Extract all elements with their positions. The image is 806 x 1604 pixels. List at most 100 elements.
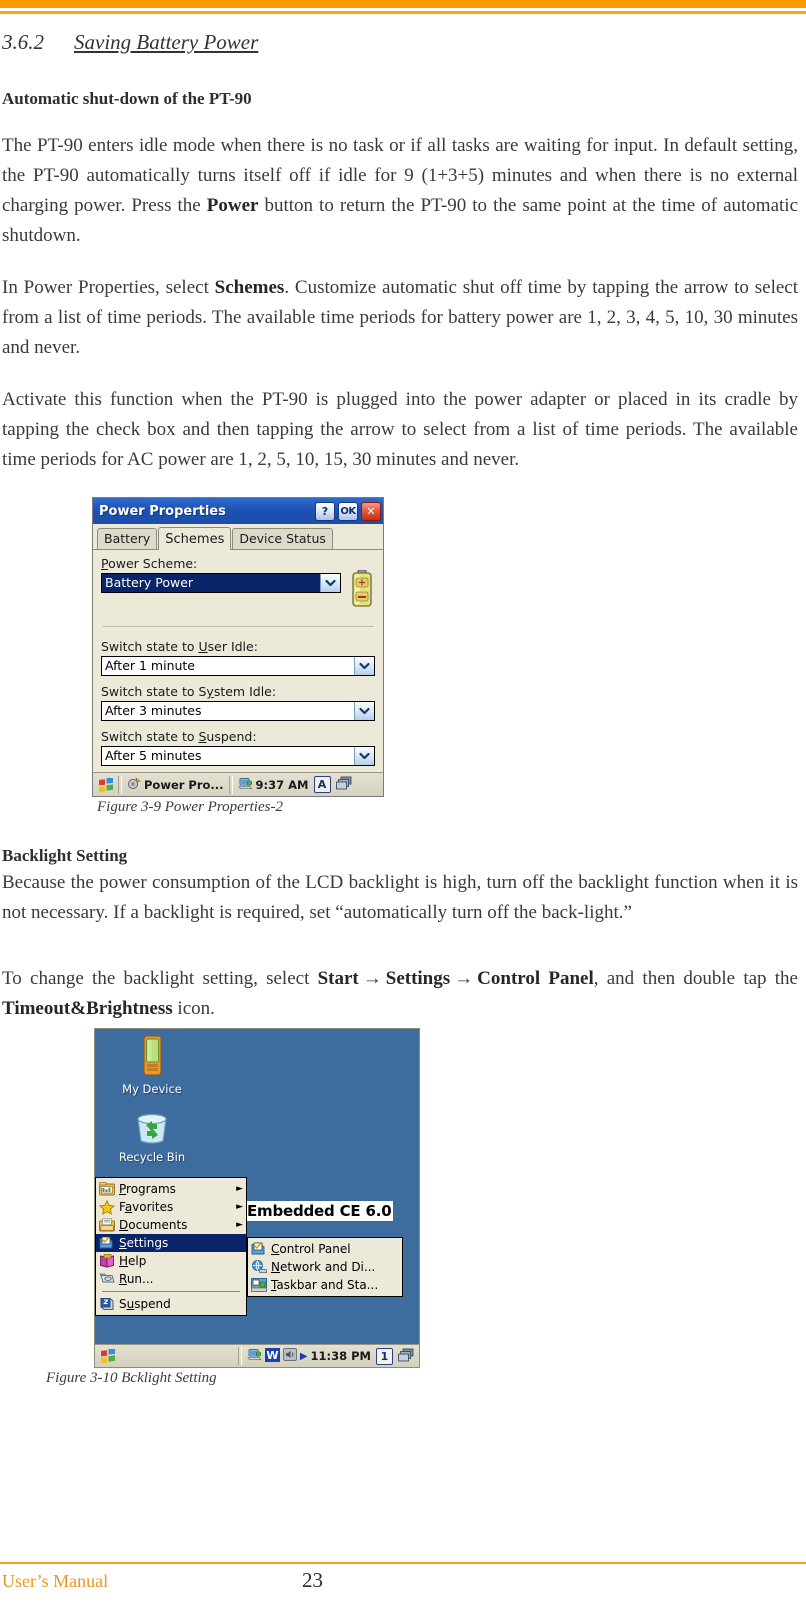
start-menu[interactable]: Programs ► Favorites ► Documents ► Setti… xyxy=(95,1177,247,1316)
ce-desktop-screenshot[interactable]: My Device Recycle Bin Embedded CE 6.0 Pr… xyxy=(94,1028,420,1368)
para5-part3: icon. xyxy=(172,998,215,1019)
start-button[interactable] xyxy=(97,1348,118,1364)
ce-taskbar: Power Pro... 9:37 AM A xyxy=(93,772,383,796)
power-properties-icon xyxy=(127,776,141,793)
help-book-icon xyxy=(99,1253,115,1269)
tray-connection-item[interactable]: 9:37 AM xyxy=(235,777,312,793)
chevron-right-icon: ► xyxy=(236,1201,243,1212)
chevron-down-icon[interactable] xyxy=(354,747,374,765)
footer-page-number: 23 xyxy=(302,1568,323,1592)
help-button[interactable]: ? xyxy=(315,501,335,521)
suspend-icon xyxy=(99,1297,115,1312)
start-menu-item-run[interactable]: Run... xyxy=(96,1270,246,1288)
power-scheme-combobox[interactable]: Battery Power xyxy=(101,573,341,593)
taskbar-clock: 9:37 AM xyxy=(255,777,309,792)
figure-2-caption: Figure 3-10 Bcklight Setting xyxy=(46,1370,217,1386)
start-menu-item-programs[interactable]: Programs ► xyxy=(96,1180,246,1198)
start-menu-item-label: Run... xyxy=(119,1272,154,1286)
tab-schemes[interactable]: Schemes xyxy=(158,527,232,550)
desktop-connection-icon xyxy=(237,777,253,793)
volume-icon xyxy=(282,1348,297,1364)
tab-battery[interactable]: Battery xyxy=(97,528,158,549)
play-arrow-icon: ▶ xyxy=(299,1350,308,1362)
suspend-value: After 5 minutes xyxy=(105,748,202,763)
battery-icon: + xyxy=(349,569,375,608)
desktop-icon-label: Recycle Bin xyxy=(118,1150,186,1164)
arrow-icon-1: → xyxy=(362,968,382,989)
dialog-titlebar: Power Properties ? OK ✕ xyxy=(93,498,383,524)
paragraph-change-backlight: To change the backlight setting, select … xyxy=(2,964,798,1024)
submenu-item-network[interactable]: Network and Di... xyxy=(248,1258,402,1276)
para5-bold-timeout: Timeout&Brightness xyxy=(2,998,173,1019)
start-button[interactable] xyxy=(95,776,116,792)
start-menu-item-documents[interactable]: Documents ► xyxy=(96,1216,246,1234)
submenu-item-label: Control Panel xyxy=(271,1242,351,1256)
chevron-down-icon[interactable] xyxy=(354,657,374,675)
page-footer: User’s Manual 23 xyxy=(0,1568,806,1593)
close-button[interactable]: ✕ xyxy=(361,501,381,521)
taskbar-divider xyxy=(228,775,233,794)
user-idle-value: After 1 minute xyxy=(105,658,196,673)
desktop-icon-recycle-bin[interactable]: Recycle Bin xyxy=(109,1111,195,1164)
start-menu-item-suspend[interactable]: Suspend xyxy=(96,1295,246,1313)
power-scheme-row: Power Scheme: Battery Power + xyxy=(101,556,375,608)
system-idle-label: Switch state to System Idle: xyxy=(101,684,277,699)
system-idle-combobox[interactable]: After 3 minutes xyxy=(101,701,375,721)
figure-backlight-setting: My Device Recycle Bin Embedded CE 6.0 Pr… xyxy=(2,1028,798,1387)
svg-text:W: W xyxy=(266,1349,278,1362)
windows-start-icon xyxy=(98,776,113,792)
input-indicator[interactable]: 1 xyxy=(376,1347,393,1365)
start-menu-item-label: Programs xyxy=(119,1182,176,1196)
start-menu-item-help[interactable]: Help xyxy=(96,1252,246,1270)
subheading-backlight-setting: Backlight Setting xyxy=(2,846,128,865)
paragraph-backlight: Because the power consumption of the LCD… xyxy=(2,872,798,923)
desktop-icon-my-device[interactable]: My Device xyxy=(109,1035,195,1096)
taskbar-divider xyxy=(237,1347,242,1365)
documents-folder-icon xyxy=(99,1217,115,1233)
arrow-icon-2: → xyxy=(454,968,474,989)
network-icon xyxy=(251,1259,268,1275)
submenu-item-control-panel[interactable]: Control Panel xyxy=(248,1240,402,1258)
para5-part1: To change the backlight setting, select xyxy=(2,968,318,989)
chevron-down-icon[interactable] xyxy=(354,702,374,720)
user-idle-group: Switch state to User Idle: After 1 minut… xyxy=(101,639,375,676)
ok-button[interactable]: OK xyxy=(338,501,358,521)
power-properties-dialog[interactable]: Power Properties ? OK ✕ Battery Schemes … xyxy=(92,497,384,797)
start-menu-item-settings[interactable]: Settings xyxy=(96,1234,246,1252)
tab-device-status[interactable]: Device Status xyxy=(232,528,333,549)
paragraph-idle-mode: The PT-90 enters idle mode when there is… xyxy=(2,131,798,251)
figure-1-caption: Figure 3-9 Power Properties-2 xyxy=(97,799,283,815)
window-stack-item[interactable] xyxy=(333,776,355,793)
para5-part2: , and then double tap the xyxy=(593,968,798,989)
start-menu-item-label: Suspend xyxy=(119,1297,171,1311)
section-title: Saving Battery Power xyxy=(74,30,259,54)
suspend-label: Switch state to Suspend: xyxy=(101,729,257,744)
figure-power-properties: Power Properties ? OK ✕ Battery Schemes … xyxy=(2,497,798,816)
start-menu-item-label: Favorites xyxy=(119,1200,174,1214)
tray-icons-group[interactable]: W ▶ 11:38 PM xyxy=(244,1347,374,1365)
favorites-star-icon xyxy=(98,1199,116,1215)
start-menu-item-label: Documents xyxy=(119,1218,188,1232)
chevron-right-icon: ► xyxy=(236,1219,243,1230)
desktop-connection-icon xyxy=(247,1348,262,1364)
system-idle-value: After 3 minutes xyxy=(105,703,202,718)
user-idle-combobox[interactable]: After 1 minute xyxy=(101,656,375,676)
taskbar-task-label: Power Pro... xyxy=(144,777,224,792)
chevron-down-icon[interactable] xyxy=(320,574,340,592)
paragraph-power-properties: In Power Properties, select Schemes. Cus… xyxy=(2,273,798,363)
taskbar-task-power-properties[interactable]: Power Pro... xyxy=(124,776,227,793)
para5-bold-settings: Settings xyxy=(385,968,451,989)
submenu-item-taskbar[interactable]: Taskbar and Sta... xyxy=(248,1276,402,1294)
subheading-automatic-shutdown: Automatic shut-down of the PT-90 xyxy=(2,89,252,108)
submenu-item-label: Network and Di... xyxy=(271,1260,376,1274)
power-scheme-label: Power Scheme: xyxy=(101,556,198,571)
desktop-icon-label: My Device xyxy=(122,1082,182,1096)
settings-submenu[interactable]: Control Panel Network and Di... Taskbar … xyxy=(247,1237,403,1297)
suspend-combobox[interactable]: After 5 minutes xyxy=(101,746,375,766)
input-indicator[interactable]: A xyxy=(313,776,331,793)
window-stack-item[interactable] xyxy=(395,1348,417,1365)
taskbar-icon xyxy=(251,1277,267,1293)
taskbar-divider xyxy=(118,775,122,794)
section-number: 3.6.2 xyxy=(2,30,44,54)
start-menu-item-favorites[interactable]: Favorites ► xyxy=(96,1198,246,1216)
